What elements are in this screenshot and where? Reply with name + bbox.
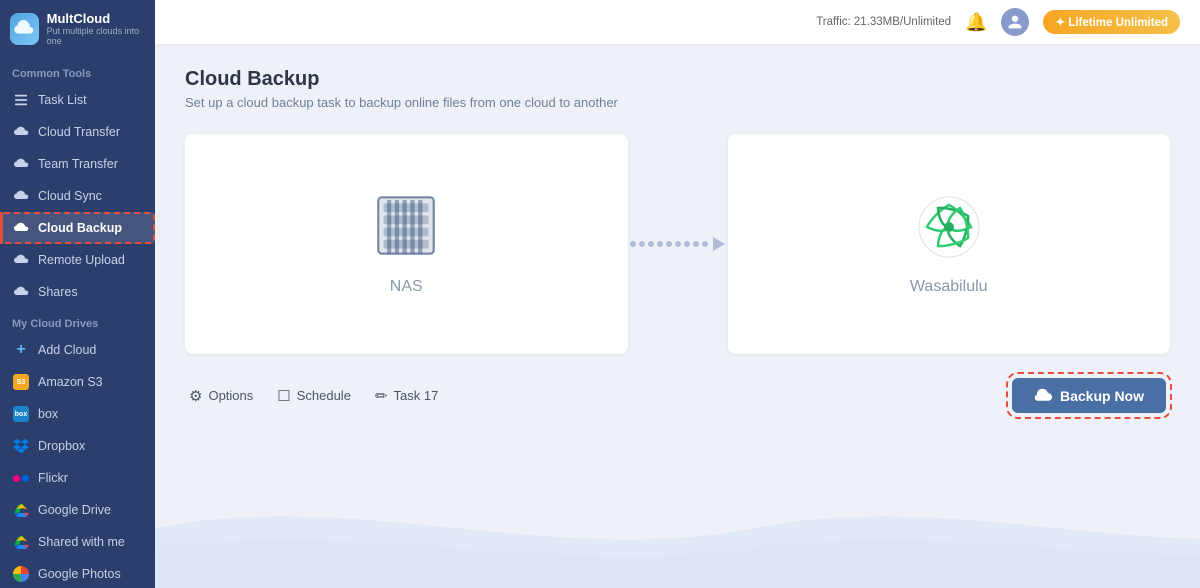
remote-upload-label: Remote Upload xyxy=(38,253,125,267)
cloud-transfer-label: Cloud Transfer xyxy=(38,125,120,139)
flickr-label: Flickr xyxy=(38,471,68,485)
options-label: Options xyxy=(208,388,253,403)
sidebar-item-cloud-sync[interactable]: Cloud Sync xyxy=(0,180,155,212)
transfer-arrow xyxy=(628,237,728,251)
sidebar-item-task-list[interactable]: Task List xyxy=(0,84,155,116)
sidebar-item-google-drive[interactable]: Google Drive xyxy=(0,494,155,526)
schedule-button[interactable]: ☐ Schedule xyxy=(277,387,351,405)
options-button[interactable]: ⚙ Options xyxy=(189,387,253,405)
sidebar-item-cloud-backup[interactable]: Cloud Backup xyxy=(0,212,155,244)
backup-now-button[interactable]: Backup Now xyxy=(1012,378,1166,413)
dest-panel[interactable]: Wasabilulu xyxy=(728,134,1171,354)
shares-label: Shares xyxy=(38,285,78,299)
sidebar-item-remote-upload[interactable]: Remote Upload xyxy=(0,244,155,276)
cloud-backup-label: Cloud Backup xyxy=(38,221,122,235)
sidebar-item-team-transfer[interactable]: Team Transfer xyxy=(0,148,155,180)
task-label: Task 17 xyxy=(394,388,439,403)
logo-area[interactable]: MultCloud Put multiple clouds into one xyxy=(0,0,155,58)
sidebar-item-dropbox[interactable]: Dropbox xyxy=(0,430,155,462)
dot2 xyxy=(639,241,645,247)
sidebar-item-add-cloud[interactable]: + Add Cloud xyxy=(0,334,155,366)
flickr-icon xyxy=(12,469,30,487)
source-label: NAS xyxy=(390,278,423,296)
page-title: Cloud Backup xyxy=(185,68,1170,91)
user-avatar[interactable] xyxy=(1001,8,1029,36)
notification-bell-icon[interactable]: 🔔 xyxy=(965,12,987,33)
cloud-sync-icon xyxy=(12,187,30,205)
cloud-sync-label: Cloud Sync xyxy=(38,189,102,203)
sidebar-item-shared-with-me[interactable]: Shared with me xyxy=(0,526,155,558)
logo-icon xyxy=(10,13,39,45)
dot6 xyxy=(675,241,681,247)
dot7 xyxy=(684,241,690,247)
common-tools-heading: Common Tools xyxy=(0,58,155,84)
schedule-checkbox-icon: ☐ xyxy=(277,387,290,405)
task-edit-icon: ✏ xyxy=(375,387,388,405)
task-button[interactable]: ✏ Task 17 xyxy=(375,387,438,405)
sidebar-item-google-photos[interactable]: Google Photos xyxy=(0,558,155,588)
sidebar-item-cloud-transfer[interactable]: Cloud Transfer xyxy=(0,116,155,148)
lifetime-unlimited-button[interactable]: ✦ Lifetime Unlimited xyxy=(1043,10,1180,34)
cloud-transfer-icon xyxy=(12,123,30,141)
wave-decoration xyxy=(155,468,1200,588)
sidebar-item-flickr[interactable]: Flickr xyxy=(0,462,155,494)
amazon-s3-icon: S3 xyxy=(12,373,30,391)
shares-icon xyxy=(12,283,30,301)
page-subtitle: Set up a cloud backup task to backup onl… xyxy=(185,95,1170,110)
source-panel[interactable]: NAS xyxy=(185,134,628,354)
box-label: box xyxy=(38,407,58,421)
dot4 xyxy=(657,241,663,247)
shared-with-me-icon xyxy=(12,533,30,551)
logo-name: MultCloud xyxy=(47,12,145,26)
google-photos-label: Google Photos xyxy=(38,567,121,581)
sidebar-item-shares[interactable]: Shares xyxy=(0,276,155,308)
backup-toolbar: ⚙ Options ☐ Schedule ✏ Task 17 xyxy=(185,378,1170,413)
toolbar-left: ⚙ Options ☐ Schedule ✏ Task 17 xyxy=(189,387,438,405)
dropbox-icon xyxy=(12,437,30,455)
backup-panels: NAS xyxy=(185,134,1170,354)
arrow-head xyxy=(713,237,725,251)
logo-text-block: MultCloud Put multiple clouds into one xyxy=(47,12,145,46)
dot5 xyxy=(666,241,672,247)
google-drive-label: Google Drive xyxy=(38,503,111,517)
options-gear-icon: ⚙ xyxy=(189,387,202,405)
sidebar-item-amazon-s3[interactable]: S3 Amazon S3 xyxy=(0,366,155,398)
amazon-s3-label: Amazon S3 xyxy=(38,375,103,389)
content-area: Cloud Backup Set up a cloud backup task … xyxy=(155,44,1200,588)
task-list-label: Task List xyxy=(38,93,87,107)
google-photos-icon xyxy=(12,565,30,583)
sidebar: MultCloud Put multiple clouds into one C… xyxy=(0,0,155,588)
wasabi-dest-icon xyxy=(914,192,984,262)
add-cloud-label: Add Cloud xyxy=(38,343,96,357)
team-transfer-label: Team Transfer xyxy=(38,157,118,171)
topbar: Traffic: 21.33MB/Unlimited 🔔 ✦ Lifetime … xyxy=(155,0,1200,44)
add-cloud-icon: + xyxy=(12,341,30,359)
google-drive-icon xyxy=(12,501,30,519)
team-transfer-icon xyxy=(12,155,30,173)
schedule-label: Schedule xyxy=(297,388,351,403)
cloud-drives-heading: My Cloud Drives xyxy=(0,308,155,334)
dot1 xyxy=(630,241,636,247)
dropbox-label: Dropbox xyxy=(38,439,85,453)
main-area: Traffic: 21.33MB/Unlimited 🔔 ✦ Lifetime … xyxy=(155,0,1200,588)
sidebar-item-box[interactable]: box box xyxy=(0,398,155,430)
shared-with-me-label: Shared with me xyxy=(38,535,125,549)
dot9 xyxy=(702,241,708,247)
task-list-icon xyxy=(12,91,30,109)
traffic-info: Traffic: 21.33MB/Unlimited xyxy=(816,16,951,28)
logo-tagline: Put multiple clouds into one xyxy=(47,26,145,46)
backup-now-label: Backup Now xyxy=(1060,388,1144,404)
dot8 xyxy=(693,241,699,247)
dest-label: Wasabilulu xyxy=(910,278,988,296)
arrow-dots xyxy=(630,237,725,251)
box-icon: box xyxy=(12,405,30,423)
cloud-backup-icon xyxy=(12,219,30,237)
nas-icon xyxy=(371,193,441,258)
remote-upload-icon xyxy=(12,251,30,269)
dot3 xyxy=(648,241,654,247)
backup-now-cloud-icon xyxy=(1034,387,1052,404)
